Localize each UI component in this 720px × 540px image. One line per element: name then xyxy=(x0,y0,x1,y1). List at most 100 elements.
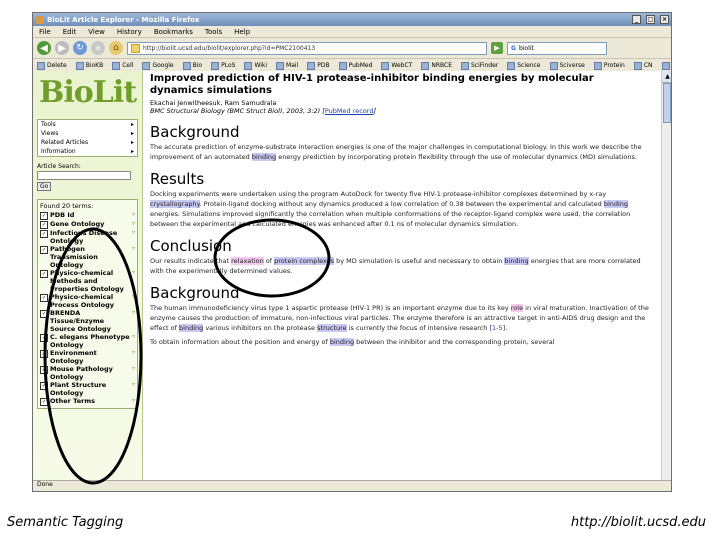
chevron-down-icon[interactable]: ▿ xyxy=(132,245,135,269)
url-bar[interactable]: http://biolit.ucsd.edu/biolit/explorer.p… xyxy=(127,41,487,55)
article-search-input[interactable] xyxy=(37,171,131,180)
tagged-term[interactable]: relaxation xyxy=(231,257,264,265)
chevron-down-icon[interactable]: ▿ xyxy=(132,293,135,309)
bookmark-item[interactable]: SciFinder xyxy=(461,61,498,70)
term-item[interactable]: ✓ Environment Ontology ▿ xyxy=(40,349,135,365)
article-search-go-button[interactable]: Go xyxy=(37,182,52,191)
chevron-down-icon[interactable]: ▿ xyxy=(132,220,135,229)
bookmark-item[interactable]: Delete xyxy=(37,61,67,70)
chevron-down-icon[interactable]: ▿ xyxy=(132,381,135,397)
bookmark-item[interactable]: Google xyxy=(142,61,174,70)
bookmark-item[interactable]: Protein xyxy=(593,61,625,70)
term-checkbox[interactable]: ✓ xyxy=(40,310,48,318)
chevron-down-icon[interactable]: ▿ xyxy=(132,211,135,220)
menu-bookmarks[interactable]: Bookmarks xyxy=(154,28,193,36)
bookmark-label: CN xyxy=(643,62,653,69)
term-checkbox[interactable]: ✓ xyxy=(40,246,48,254)
menu-history[interactable]: History xyxy=(117,28,142,36)
close-button[interactable]: × xyxy=(660,15,669,24)
sidebar-item-tools[interactable]: Tools ▸ xyxy=(38,120,137,129)
tagged-term[interactable]: binding xyxy=(179,324,204,332)
bookmark-item[interactable]: Cell xyxy=(112,61,133,70)
bookmark-item[interactable]: Science xyxy=(507,61,541,70)
menu-help[interactable]: Help xyxy=(234,28,250,36)
term-item[interactable]: ✓ Plant Structure Ontology ▿ xyxy=(40,381,135,397)
term-checkbox[interactable]: ✓ xyxy=(40,294,48,302)
bookmark-item[interactable]: PLoS xyxy=(211,61,236,70)
bookmark-item[interactable]: BioKB xyxy=(75,61,103,70)
tagged-term[interactable]: binding xyxy=(329,338,355,346)
term-item[interactable]: ✓ Mouse Pathology Ontology ▿ xyxy=(40,365,135,381)
term-item[interactable]: ✓ Physico-chemical Methods and Properties… xyxy=(40,269,135,293)
term-item[interactable]: ✓ Infectious Disease Ontology ▿ xyxy=(40,229,135,245)
bookmark-label: Bio xyxy=(192,62,203,69)
vertical-scrollbar[interactable]: ▲ xyxy=(661,71,671,491)
reload-icon[interactable]: ↻ xyxy=(73,41,87,55)
stop-icon[interactable]: ✕ xyxy=(91,41,105,55)
term-checkbox[interactable]: ✓ xyxy=(40,350,48,358)
term-item[interactable]: ✓ Other Terms ▿ xyxy=(40,397,135,406)
scroll-up-icon[interactable]: ▲ xyxy=(662,71,671,83)
term-checkbox[interactable]: ✓ xyxy=(40,366,48,374)
chevron-down-icon[interactable]: ▿ xyxy=(132,269,135,293)
chevron-down-icon[interactable]: ▿ xyxy=(132,309,135,333)
bookmark-item[interactable]: CN xyxy=(633,61,653,70)
chevron-down-icon[interactable]: ▿ xyxy=(132,349,135,365)
go-button[interactable]: ▶ xyxy=(491,42,503,54)
term-checkbox[interactable]: ✓ xyxy=(40,230,48,238)
maximize-button[interactable]: □ xyxy=(646,15,655,24)
menu-edit[interactable]: Edit xyxy=(63,28,77,36)
bookmark-item[interactable]: WebCT xyxy=(381,61,412,70)
sidebar-item-views[interactable]: Views ▸ xyxy=(38,129,137,138)
tagged-term[interactable]: binding xyxy=(251,153,277,161)
chevron-down-icon[interactable]: ▿ xyxy=(132,365,135,381)
bookmark-label: Sciverse xyxy=(559,62,585,69)
back-arrow-icon[interactable]: ◀ xyxy=(37,41,51,55)
term-item[interactable]: ✓ Pathogen Transmission Ontology ▿ xyxy=(40,245,135,269)
sidebar-item-related-articles[interactable]: Related Articles ▸ xyxy=(38,138,137,147)
tagged-term[interactable]: binding xyxy=(504,257,529,265)
tagged-term[interactable]: structure xyxy=(317,324,347,332)
tagged-term[interactable]: crystallography xyxy=(150,200,200,208)
found-terms-label: Found 20 terms: xyxy=(40,202,94,210)
bookmark-icon xyxy=(593,61,602,70)
term-checkbox[interactable]: ✓ xyxy=(40,212,48,220)
minimize-button[interactable]: _ xyxy=(632,15,641,24)
reference-link[interactable]: 1-5 xyxy=(492,324,503,332)
search-box[interactable]: G biolit xyxy=(507,41,607,55)
chevron-down-icon[interactable]: ▿ xyxy=(132,229,135,245)
home-icon[interactable]: ⌂ xyxy=(109,41,123,55)
bookmark-item[interactable]: PubMed xyxy=(338,61,372,70)
term-checkbox[interactable]: ✓ xyxy=(40,270,48,278)
forward-arrow-icon[interactable]: ▶ xyxy=(55,41,69,55)
term-item[interactable]: ✓ BRENDA Tissue/Enzyme Source Ontology ▿ xyxy=(40,309,135,333)
firefox-icon xyxy=(36,15,44,24)
term-checkbox[interactable]: ✓ xyxy=(40,221,48,229)
term-checkbox[interactable]: ✓ xyxy=(40,398,48,406)
bookmark-item[interactable]: Wiki xyxy=(244,61,267,70)
term-item[interactable]: ✓ Gene Ontology ▿ xyxy=(40,220,135,229)
term-item[interactable]: ✓ Physico-chemical Process Ontology ▿ xyxy=(40,293,135,309)
tagged-term[interactable]: binding xyxy=(603,200,629,208)
term-checkbox[interactable]: ✓ xyxy=(40,334,48,342)
pubmed-link[interactable]: PubMed record xyxy=(325,107,374,115)
bookmark-item[interactable]: Bio xyxy=(182,61,203,70)
menu-file[interactable]: File xyxy=(39,28,51,36)
bookmark-item[interactable]: Sciverse xyxy=(549,61,585,70)
term-item[interactable]: ✓ C. elegans Phenotype Ontology ▿ xyxy=(40,333,135,349)
chevron-down-icon[interactable]: ▿ xyxy=(132,333,135,349)
bookmark-item[interactable]: NRBCE xyxy=(421,61,452,70)
term-checkbox[interactable]: ✓ xyxy=(40,382,48,390)
tagged-term[interactable]: role xyxy=(510,304,524,312)
term-item[interactable]: ✓ PDB Id ▿ xyxy=(40,211,135,220)
bookmark-item[interactable]: Mail xyxy=(276,61,298,70)
bookmark-item[interactable]: CNI xyxy=(661,61,671,70)
menu-tools[interactable]: Tools xyxy=(205,28,222,36)
scrollbar-thumb[interactable] xyxy=(663,83,671,123)
menu-view[interactable]: View xyxy=(88,28,105,36)
chevron-down-icon[interactable]: ▿ xyxy=(132,397,135,406)
tagged-term[interactable]: protein complexes xyxy=(274,257,335,265)
bookmark-label: PLoS xyxy=(221,62,236,69)
sidebar-item-information[interactable]: Information ▸ xyxy=(38,147,137,156)
bookmark-item[interactable]: PDB xyxy=(307,61,330,70)
